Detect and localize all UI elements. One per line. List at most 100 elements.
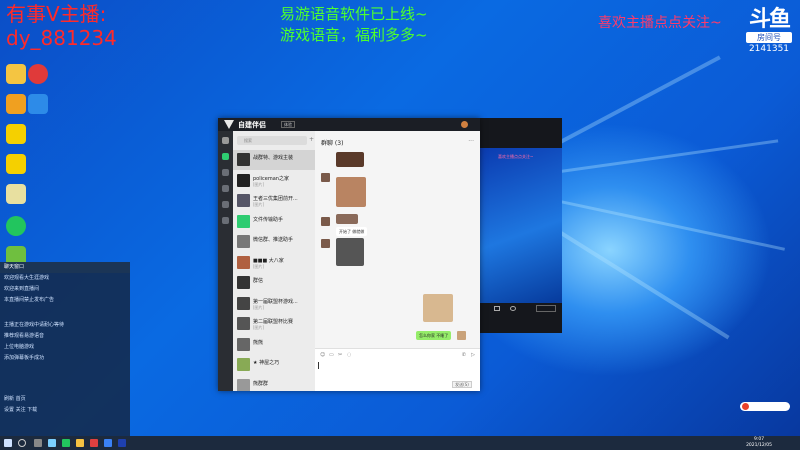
live-chat-panel: 聊天窗口 欢迎观看大生涯游戏 欢迎来到直播间 本直播间禁止发布广告 主播正在游戏… bbox=[0, 262, 130, 436]
viewer-window[interactable]: 喜欢主播点点关注~ bbox=[480, 118, 562, 333]
contact-item[interactable]: 熊熊 bbox=[233, 335, 315, 355]
light-beam bbox=[557, 230, 730, 340]
contact-item[interactable]: ★ 神屋之巧 bbox=[233, 355, 315, 375]
app-taskbar-icon[interactable] bbox=[90, 439, 98, 447]
streamer-contact: 有事V主播: dy_881234 bbox=[6, 2, 117, 50]
file-icon[interactable] bbox=[6, 184, 26, 204]
contact-item[interactable]: ■■■ 大八家 [图片] bbox=[233, 253, 315, 273]
phone-icon[interactable]: ✆ bbox=[462, 352, 466, 358]
panel-title: 聊天窗口 bbox=[0, 262, 130, 273]
sender-avatar bbox=[321, 173, 330, 182]
contact-item[interactable]: 文件传输助手 bbox=[233, 212, 315, 232]
settings-icon[interactable] bbox=[510, 306, 516, 311]
image-message[interactable] bbox=[336, 238, 364, 266]
contact-avatar bbox=[237, 235, 250, 248]
contact-item[interactable]: 王者三优集团前开... [图片] bbox=[233, 191, 315, 211]
task-view-icon[interactable] bbox=[34, 439, 42, 447]
user-avatar[interactable] bbox=[461, 121, 468, 128]
moments-icon[interactable] bbox=[222, 201, 229, 208]
chat-row: 添加弹幕板手成功 bbox=[4, 355, 45, 361]
contact-preview: [图片] bbox=[253, 263, 265, 269]
chat-input-area[interactable]: ☺ ▭ ✂ ◌ ✆ ▷ 发送(S) bbox=[315, 348, 480, 391]
image-message[interactable] bbox=[336, 214, 358, 224]
settings-icon[interactable] bbox=[222, 217, 229, 224]
folder-icon[interactable]: ▭ bbox=[329, 352, 334, 358]
contact-item[interactable]: 群信 bbox=[233, 273, 315, 293]
image-message[interactable] bbox=[336, 152, 364, 167]
system-clock[interactable]: 9:07 2021/12/05 bbox=[746, 437, 772, 449]
app-title: 自建伴侣 bbox=[238, 121, 266, 129]
monitor-app-icon[interactable] bbox=[28, 94, 48, 114]
viewer-control-icon[interactable] bbox=[494, 306, 500, 311]
chat-app-window[interactable]: 自建伴侣 体验 搜索 + 战群特、游戏主装 policeman之家 [图片] 王者三优… bbox=[218, 118, 480, 391]
contact-name: 文件传输助手 bbox=[253, 216, 284, 223]
chat-row: 欢迎来到直播间 bbox=[4, 286, 40, 292]
yellow-app-icon[interactable] bbox=[6, 124, 26, 144]
contact-item[interactable]: 熊群群 bbox=[233, 376, 315, 391]
app-taskbar-icon[interactable] bbox=[104, 439, 112, 447]
contact-item[interactable]: 战群特、游戏主装 bbox=[233, 150, 315, 170]
chat-icon[interactable] bbox=[222, 153, 229, 160]
contact-avatar bbox=[237, 173, 250, 187]
folder-icon[interactable] bbox=[222, 185, 229, 192]
wechat-icon[interactable] bbox=[6, 216, 26, 236]
search-input[interactable]: 搜索 bbox=[237, 136, 307, 145]
netease-music-icon[interactable] bbox=[28, 64, 48, 84]
folder-taskbar-icon[interactable] bbox=[76, 439, 84, 447]
app-titlebar: 自建伴侣 体验 bbox=[218, 118, 480, 131]
contact-avatar bbox=[237, 378, 250, 391]
room-label: 房间号 bbox=[746, 32, 792, 43]
input-method-toolbar[interactable] bbox=[740, 402, 790, 411]
platform-logo: 斗鱼 bbox=[748, 7, 791, 32]
chat-row: 刷新 首页 bbox=[4, 396, 26, 402]
contact-avatar bbox=[237, 255, 250, 269]
video-icon[interactable]: ▷ bbox=[471, 352, 475, 358]
contact-preview: [图片] bbox=[253, 304, 265, 310]
contact-name: 微信群、推送助手 bbox=[253, 237, 294, 243]
app-taskbar-icon[interactable] bbox=[118, 439, 126, 447]
image-message[interactable] bbox=[336, 177, 366, 207]
contact-avatar bbox=[237, 317, 250, 330]
emoji-icon[interactable]: ☺ bbox=[320, 352, 325, 358]
ad-line-1: 易游语音软件已上线~ bbox=[280, 5, 428, 23]
light-beam bbox=[559, 200, 785, 251]
self-avatar bbox=[457, 331, 466, 340]
chat-bubble-icon[interactable]: ◌ bbox=[347, 352, 351, 358]
clock-date: 2021/12/05 bbox=[746, 443, 772, 448]
contact-item[interactable]: 微信群、推送助手 bbox=[233, 232, 315, 252]
send-button[interactable]: 发送(S) bbox=[452, 381, 472, 388]
image-message[interactable] bbox=[423, 294, 453, 322]
chat-row: 推荐观看易游语音 bbox=[4, 333, 45, 339]
contact-avatar bbox=[237, 194, 250, 207]
streamer-line-1: 有事V主播: bbox=[6, 2, 107, 26]
profile-icon[interactable] bbox=[222, 137, 229, 144]
contact-name: 王者三优集团前开... bbox=[253, 196, 298, 202]
text-message[interactable]: 开始了 做就做 bbox=[336, 227, 368, 236]
app-taskbar-icon[interactable] bbox=[48, 439, 56, 447]
chat-row: 欢迎观看大生涯游戏 bbox=[4, 275, 50, 281]
viewer-banner: 喜欢主播点点关注~ bbox=[498, 154, 534, 159]
start-icon[interactable] bbox=[4, 439, 12, 447]
contact-name: policeman之家 bbox=[253, 175, 289, 182]
contact-item[interactable]: policeman之家 [图片] bbox=[233, 171, 315, 191]
search-icon[interactable] bbox=[18, 439, 26, 447]
contact-item[interactable]: 第二届联盟杯比赛 [图片] bbox=[233, 314, 315, 334]
more-icon[interactable]: ··· bbox=[468, 138, 474, 145]
scissors-icon[interactable]: ✂ bbox=[338, 352, 342, 358]
contact-name: 熊熊 bbox=[253, 339, 264, 346]
yellow-app-icon[interactable] bbox=[6, 154, 26, 174]
viewer-button[interactable] bbox=[536, 305, 556, 312]
self-message[interactable]: 怎么你家 不睡了 bbox=[416, 331, 452, 340]
contact-preview: [图片] bbox=[253, 181, 265, 187]
contact-item[interactable]: 第一届联盟杯游戏... [图片] bbox=[233, 294, 315, 314]
contact-preview: [图片] bbox=[253, 202, 265, 207]
wechat-taskbar-icon[interactable] bbox=[62, 439, 70, 447]
sender-avatar bbox=[321, 217, 330, 226]
owl-app-icon[interactable] bbox=[6, 94, 26, 114]
desktop-app-icon[interactable] bbox=[6, 64, 26, 84]
contacts-icon[interactable] bbox=[222, 169, 229, 176]
chat-row: 本直播间禁止发布广告 bbox=[4, 297, 55, 303]
contact-avatar bbox=[237, 337, 250, 351]
add-icon[interactable]: + bbox=[309, 136, 314, 143]
app-sidebar bbox=[218, 131, 233, 391]
